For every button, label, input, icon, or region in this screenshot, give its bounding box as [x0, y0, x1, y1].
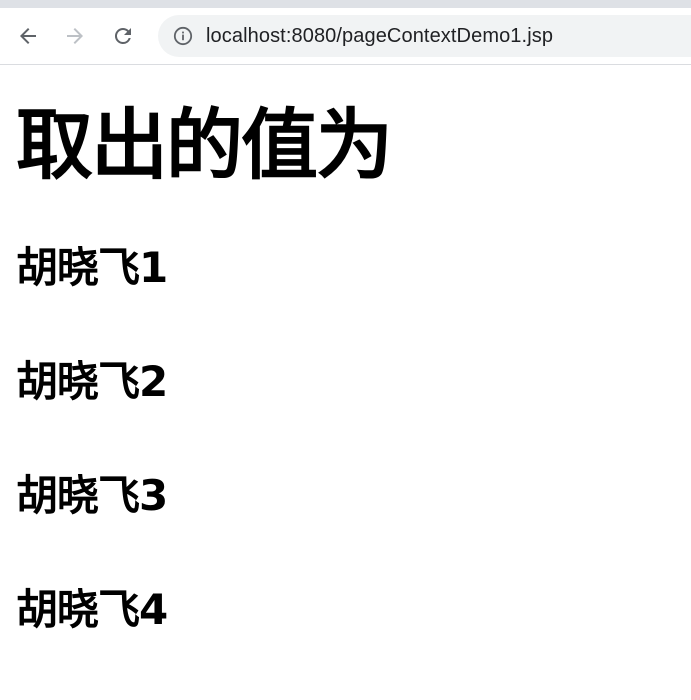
value-item-1: 胡晓飞1 — [16, 243, 168, 292]
value-item-2: 胡晓飞2 — [16, 357, 168, 406]
page-heading: 取出的值为 — [16, 102, 393, 191]
browser-tab-strip — [0, 0, 691, 8]
back-arrow-icon — [16, 24, 40, 48]
info-icon[interactable] — [172, 25, 194, 47]
url-text[interactable]: localhost:8080/pageContextDemo1.jsp — [206, 25, 553, 48]
value-item-3: 胡晓飞3 — [16, 471, 168, 520]
reload-icon — [111, 24, 135, 48]
forward-arrow-icon — [63, 24, 87, 48]
value-item-4: 胡晓飞4 — [16, 585, 168, 634]
address-bar[interactable]: localhost:8080/pageContextDemo1.jsp — [158, 15, 691, 57]
reload-button[interactable] — [107, 20, 139, 52]
value-list: 胡晓飞1 胡晓飞2 胡晓飞3 胡晓飞4 — [16, 244, 676, 700]
back-button[interactable] — [12, 20, 44, 52]
page-content: 取出的值为 胡晓飞1 胡晓飞2 胡晓飞3 胡晓飞4 — [16, 66, 676, 700]
browser-toolbar: localhost:8080/pageContextDemo1.jsp — [0, 8, 691, 65]
forward-button[interactable] — [59, 20, 91, 52]
